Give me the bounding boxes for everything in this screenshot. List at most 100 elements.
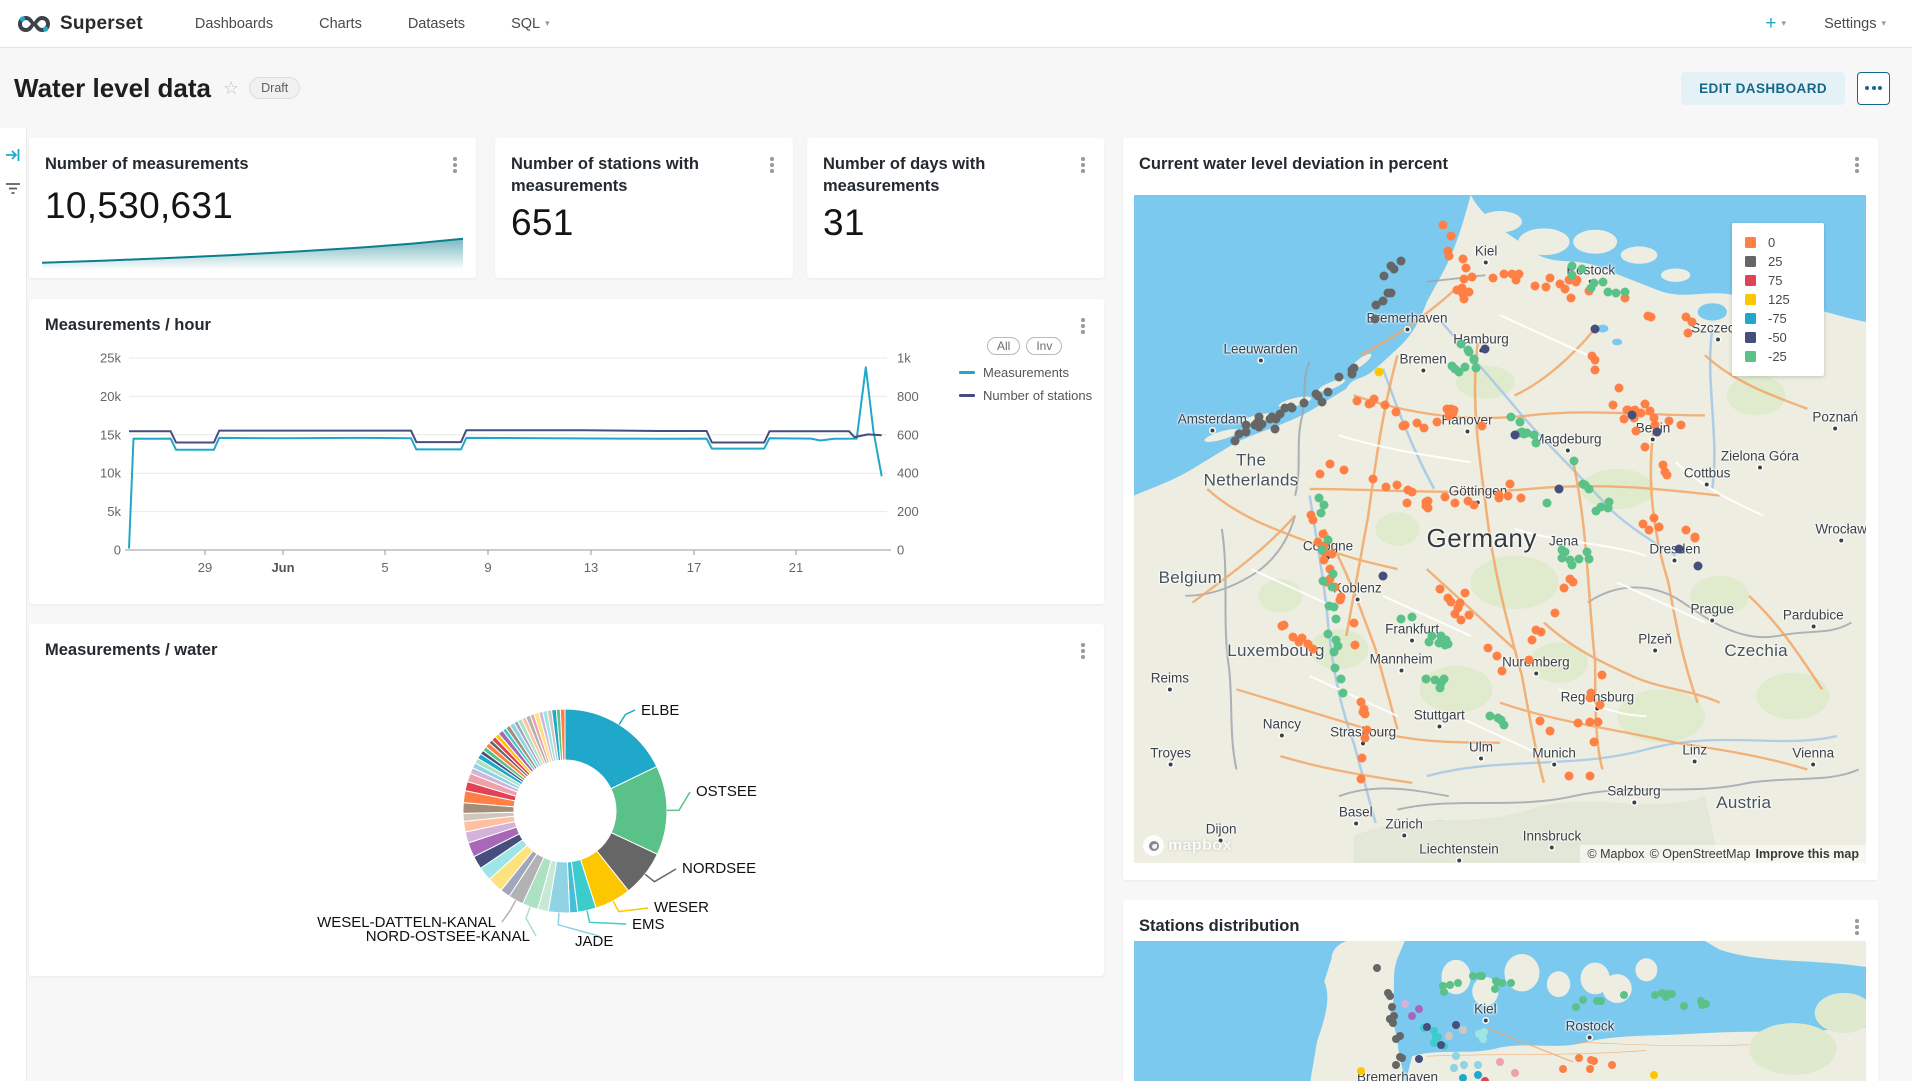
station-dot [1579,996,1587,1004]
station-dot [1444,247,1453,256]
station-dot [1569,578,1578,587]
legend-row-25[interactable]: 25 [1745,252,1824,271]
stations-map-canvas[interactable]: KielRostockBremerhaven [1134,941,1866,1081]
station-dot [1665,416,1674,425]
legend-row-0[interactable]: 0 [1745,233,1824,252]
mapbox-attribution-link[interactable]: © Mapbox [1587,847,1644,861]
station-dot [1357,698,1366,707]
station-dot [1572,1003,1580,1011]
deviation-map-canvas[interactable]: 02575125-75-50-25 mapbox © Mapbox © Open… [1134,195,1866,863]
station-dot [1415,1055,1423,1063]
station-dot [1477,421,1486,430]
station-dot [1511,1069,1519,1077]
legend-swatch-icon [1745,275,1756,286]
legend-item-measurements[interactable]: Measurements [959,365,1129,380]
station-dot [1388,1003,1396,1011]
svg-text:400: 400 [897,466,919,481]
nav-datasets[interactable]: Datasets [408,16,465,32]
kebab-menu-icon[interactable] [1850,153,1864,177]
station-dot [1620,991,1628,999]
station-dot [1439,674,1448,683]
station-dot [1387,262,1396,271]
svg-text:1k: 1k [897,351,911,366]
legend-all-button[interactable]: All [987,337,1020,355]
legend-row-125[interactable]: 125 [1745,290,1824,309]
station-dot [1337,675,1346,684]
legend-row--25[interactable]: -25 [1745,347,1824,366]
settings-menu[interactable]: Settings▾ [1824,16,1886,32]
station-dot [1463,496,1472,505]
osm-attribution-link[interactable]: © OpenStreetMap [1650,847,1751,861]
superset-infinity-icon [16,13,52,35]
station-dot [1465,610,1474,619]
nav-charts[interactable]: Charts [319,16,362,32]
station-dot [1638,519,1647,528]
mapbox-logo[interactable]: mapbox [1143,835,1232,856]
station-dot [1646,406,1655,415]
station-dot [1506,480,1515,489]
station-dot [1437,1041,1445,1049]
station-dot [1398,1054,1406,1062]
station-dot [1702,1000,1710,1008]
station-dot [1441,640,1450,649]
station-dot [1445,1032,1453,1040]
station-dot [1266,415,1275,424]
station-dot [1325,459,1334,468]
kebab-menu-icon[interactable] [765,153,779,177]
station-dot [1649,513,1658,522]
station-dot [1401,1000,1409,1008]
edit-dashboard-button[interactable]: EDIT DASHBOARD [1681,72,1845,105]
station-dot [1350,641,1359,650]
station-dot [1530,430,1539,439]
station-dot [1491,985,1499,993]
station-dot [1392,1035,1400,1043]
header-actions: EDIT DASHBOARD [1681,72,1890,105]
legend-item-stations[interactable]: Number of stations [959,388,1129,403]
station-dot [1447,232,1456,241]
station-dot [1423,1023,1431,1031]
top-nav: Superset Dashboards Charts Datasets SQL▾… [0,0,1912,48]
legend-inv-button[interactable]: Inv [1026,337,1062,355]
donut-label-ems: EMS [632,916,665,933]
brand-name: Superset [60,13,143,35]
station-dot [1446,981,1454,989]
station-dot [1543,499,1552,508]
kpi-card-stations: Number of stations with measurements 651 [495,138,793,278]
station-dot [1352,397,1361,406]
kebab-menu-icon[interactable] [1076,153,1090,177]
svg-text:29: 29 [198,560,212,575]
legend-swatch-icon [1745,332,1756,343]
kebab-menu-icon[interactable] [448,153,462,177]
expand-filters-icon[interactable] [4,146,22,164]
dashboard-more-menu-button[interactable] [1857,72,1890,105]
improve-map-link[interactable]: Improve this map [1756,847,1860,861]
kpi-title: Number of days with measurements [823,153,1043,198]
kebab-menu-icon[interactable] [1076,314,1090,338]
kebab-menu-icon[interactable] [1076,639,1090,663]
superset-logo[interactable]: Superset [16,13,143,35]
donut-label-weser: WESER [654,899,709,916]
legend-row-75[interactable]: 75 [1745,271,1824,290]
favorite-star-icon[interactable]: ☆ [223,78,239,99]
station-dot [1389,1019,1397,1027]
legend-row--75[interactable]: -75 [1745,309,1824,328]
station-dot [1531,439,1540,448]
page-title: Water level data [14,73,211,104]
station-dot [1357,754,1366,763]
station-dot [1453,603,1462,612]
filter-list-icon[interactable] [4,180,22,198]
nav-dashboards[interactable]: Dashboards [195,16,273,32]
station-dot [1459,1074,1467,1081]
station-dot [1597,671,1606,680]
station-dot [1300,399,1309,408]
station-dot [1525,655,1534,664]
legend-row--50[interactable]: -50 [1745,328,1824,347]
legend-swatch-icon [1745,237,1756,248]
new-item-button[interactable]: +▾ [1765,13,1786,35]
station-dot [1360,710,1369,719]
station-dot [1368,474,1377,483]
nav-sql[interactable]: SQL▾ [511,16,550,32]
station-dot [1492,651,1501,660]
station-dot [1469,972,1477,980]
kebab-menu-icon[interactable] [1850,915,1864,939]
